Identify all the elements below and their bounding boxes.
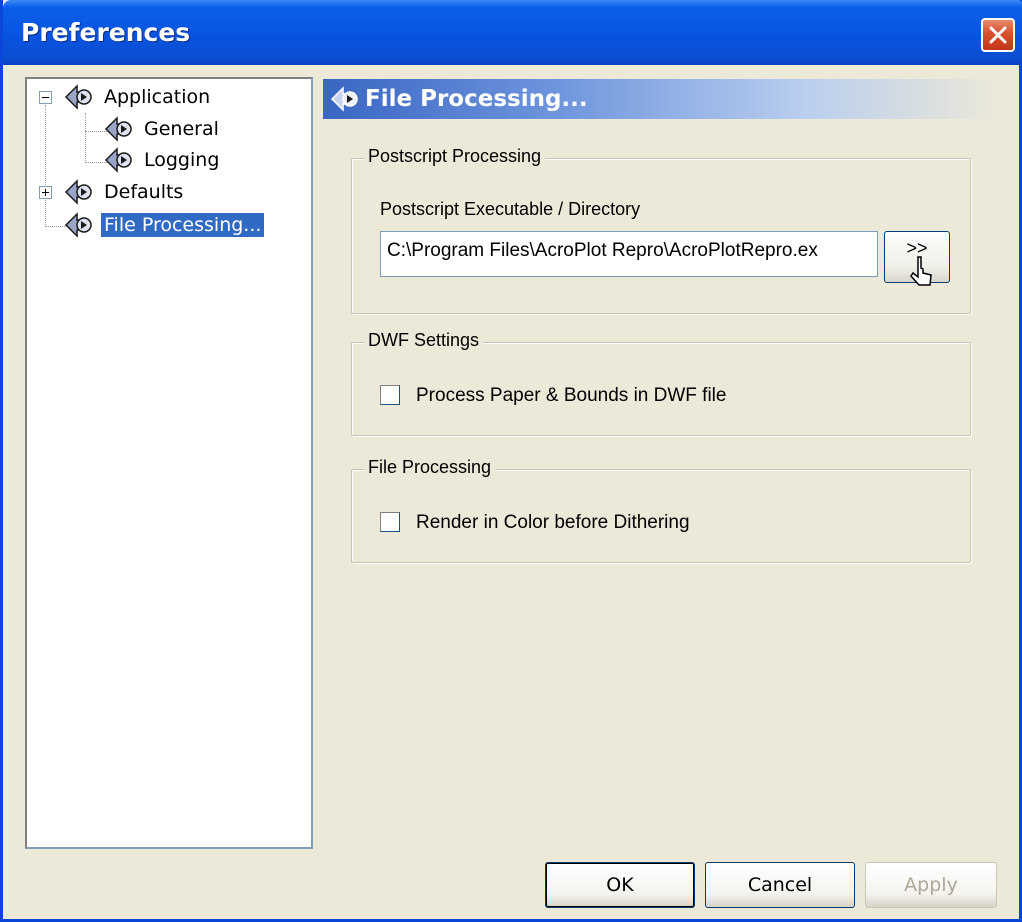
tree-item-file-processing[interactable]: File Processing... (63, 210, 265, 240)
tree-item-general[interactable]: General (103, 114, 222, 144)
process-paper-bounds-checkbox[interactable] (380, 385, 400, 405)
gear-icon (104, 147, 132, 173)
group-title-postscript: Postscript Processing (364, 146, 546, 167)
gear-icon (64, 179, 92, 205)
tree-item-application[interactable]: Application (63, 82, 213, 112)
preferences-window: Preferences Application General Logging … (0, 0, 1022, 922)
preferences-tree[interactable]: Application General Logging Defaults Fil… (25, 77, 313, 849)
tree-label-file-processing: File Processing... (101, 213, 265, 237)
tree-item-defaults[interactable]: Defaults (63, 177, 186, 207)
expander-plus-icon[interactable] (39, 186, 52, 199)
apply-label: Apply (904, 874, 958, 896)
dwf-settings-group: DWF Settings Process Paper & Bounds in D… (351, 330, 971, 436)
gear-icon (64, 212, 92, 238)
expander-minus-icon[interactable] (39, 91, 52, 104)
render-in-color-label[interactable]: Render in Color before Dithering (416, 512, 690, 534)
gear-icon (64, 84, 92, 110)
postscript-path-input[interactable]: C:\Program Files\AcroPlot Repro\AcroPlot… (380, 231, 878, 277)
cancel-button[interactable]: Cancel (705, 862, 855, 908)
file-processing-group: File Processing Render in Color before D… (351, 457, 971, 563)
group-title-dwf: DWF Settings (364, 330, 484, 351)
tree-label-logging: Logging (144, 149, 220, 171)
gear-icon (330, 86, 358, 112)
cancel-label: Cancel (747, 874, 813, 896)
window-title: Preferences (21, 18, 191, 47)
group-title-file-processing: File Processing (364, 457, 496, 478)
gear-icon (104, 116, 132, 142)
tree-item-logging[interactable]: Logging (103, 145, 222, 175)
tree-label-defaults: Defaults (104, 181, 184, 203)
apply-button[interactable]: Apply (865, 862, 997, 908)
tree-label-general: General (144, 118, 219, 140)
ok-button[interactable]: OK (545, 862, 695, 908)
postscript-processing-group: Postscript Processing Postscript Executa… (351, 146, 971, 314)
postscript-executable-label: Postscript Executable / Directory (380, 199, 641, 219)
render-in-color-checkbox[interactable] (380, 512, 400, 532)
mouse-cursor-icon (910, 256, 932, 286)
close-icon (989, 26, 1007, 44)
panel-header: File Processing... (323, 79, 1003, 119)
title-bar[interactable]: Preferences (3, 0, 1022, 65)
process-paper-bounds-label[interactable]: Process Paper & Bounds in DWF file (416, 385, 726, 407)
tree-label-application: Application (104, 86, 211, 108)
close-button[interactable] (981, 18, 1015, 52)
panel-title: File Processing... (365, 86, 588, 112)
ok-label: OK (606, 874, 634, 896)
